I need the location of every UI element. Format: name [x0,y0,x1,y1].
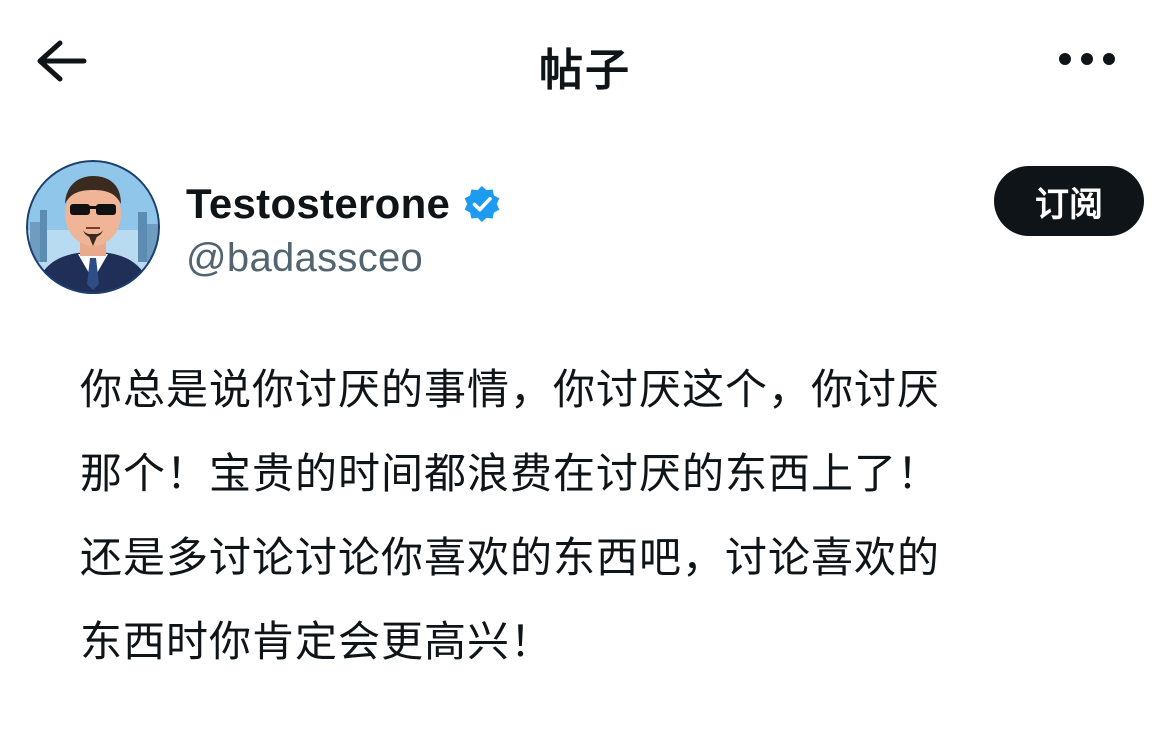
post-text: 你总是说你讨厌的事情，你讨厌这个，你讨厌 那个！宝贵的时间都浪费在讨厌的东西上了… [80,348,1080,684]
top-bar: 帖子 [0,0,1170,120]
post-text-line: 那个！宝贵的时间都浪费在讨厌的东西上了！ [80,449,941,498]
post-text-line: 东西时你肯定会更高兴！ [80,617,554,666]
author-name[interactable]: Testosterone [186,180,450,228]
post-text-line: 还是多讨论讨论你喜欢的东西吧，讨论喜欢的 [80,533,941,582]
author-name-row: Testosterone [186,180,502,228]
more-options-button[interactable] [1054,36,1120,82]
page-title: 帖子 [539,45,631,96]
avatar-illustration [26,160,160,294]
subscribe-button[interactable]: 订阅 [994,166,1144,236]
more-horizontal-icon [1059,53,1115,65]
verified-badge-icon [462,184,502,224]
author-handle[interactable]: @badassceo [186,236,423,281]
author-row: Testosterone @badassceo 订阅 [26,160,1146,300]
post-detail-page: 帖子 Testosterone @badassceo 订阅 你总是说你讨厌的事情… [0,0,1170,732]
post-text-line: 你总是说你讨厌的事情，你讨厌这个，你讨厌 [80,365,941,414]
avatar[interactable] [26,160,160,294]
